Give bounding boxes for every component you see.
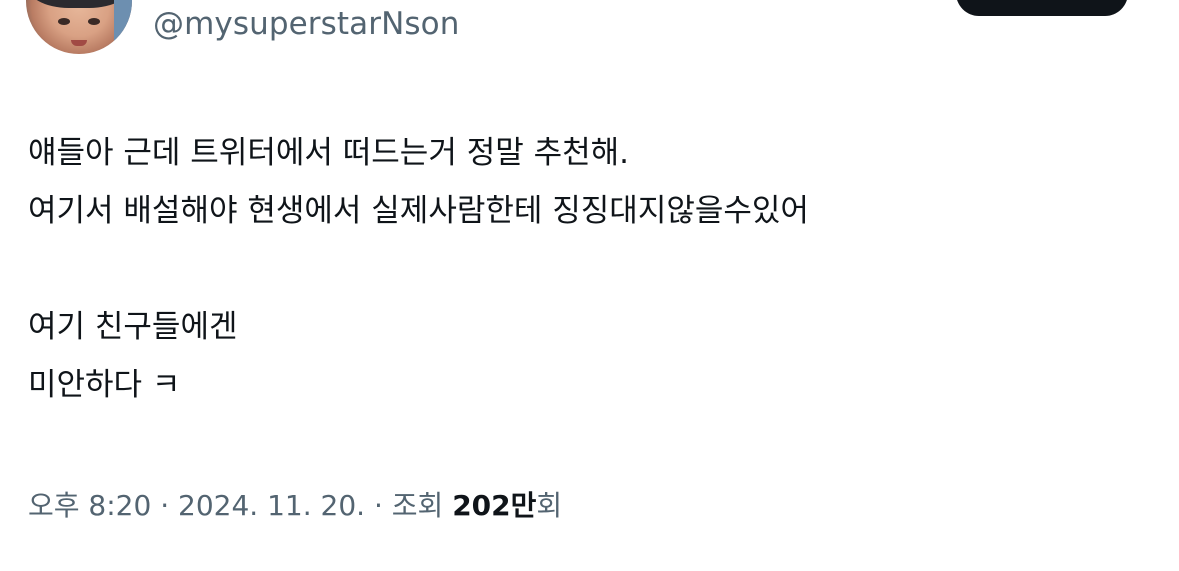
views-count[interactable]: 202만 (452, 489, 536, 522)
line-break (28, 240, 1148, 298)
tweet-text: 얘들아 근데 트위터에서 떠드는거 정말 추천해. 여기서 배설해야 현생에서 … (28, 124, 1148, 414)
tweet-line: 미안하다 ㅋ (28, 367, 181, 403)
avatar[interactable] (26, 0, 132, 54)
follow-button[interactable] (956, 0, 1128, 16)
views-label: 조회 (391, 489, 444, 522)
tweet-line: 얘들아 근데 트위터에서 떠드는거 정말 추천해. (28, 135, 630, 171)
tweet-time[interactable]: 오후 8:20 (28, 489, 151, 522)
separator-dot: · (151, 489, 179, 522)
avatar-eye-right (88, 18, 100, 25)
avatar-mouth (71, 40, 87, 46)
user-handle[interactable]: @mysuperstarNson (153, 4, 459, 44)
separator-dot: · (365, 489, 392, 522)
tweet-line: 여기서 배설해야 현생에서 실제사람한테 징징대지않을수있어 (28, 193, 809, 229)
tweet-line: 여기 친구들에겐 (28, 309, 238, 345)
views-suffix: 회 (536, 489, 563, 522)
avatar-background (114, 0, 132, 54)
tweet-metadata: 오후 8:20 · 2024. 11. 20. · 조회 202만회 (28, 484, 562, 528)
tweet-date[interactable]: 2024. 11. 20. (178, 489, 365, 522)
avatar-eye-left (58, 18, 70, 25)
